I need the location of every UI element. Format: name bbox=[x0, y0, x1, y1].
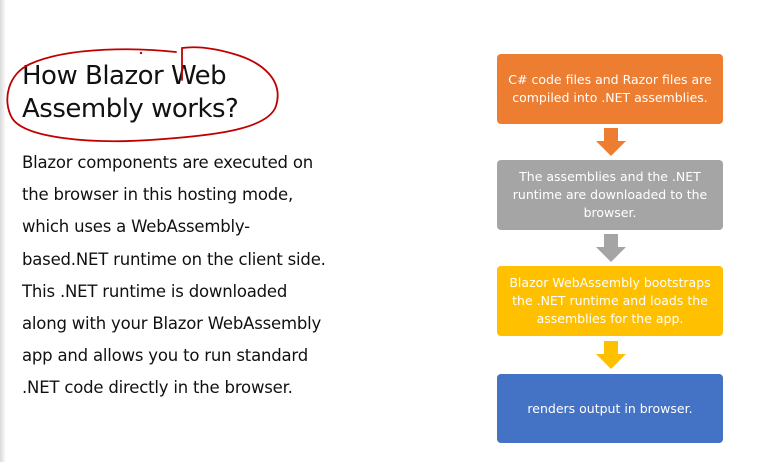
slide-title-line-1: How Blazor Web bbox=[22, 61, 227, 91]
flow-step-bootstrap: Blazor WebAssembly bootstraps the .NET r… bbox=[497, 266, 723, 336]
flow-step-compile-text: C# code files and Razor files are compil… bbox=[508, 72, 712, 105]
body-line-6: along with your Blazor WebAssembly bbox=[22, 314, 322, 334]
slide-title: How Blazor Web Assembly works? bbox=[22, 60, 302, 126]
flow-step-download-text: The assemblies and the .NET runtime are … bbox=[512, 169, 708, 220]
slide: How Blazor Web Assembly works? Blazor co… bbox=[0, 0, 757, 462]
body-line-1: Blazor components are executed on bbox=[22, 153, 314, 172]
down-arrow-shape bbox=[596, 128, 626, 156]
flow-step-bootstrap-text: Blazor WebAssembly bootstraps the .NET r… bbox=[509, 275, 711, 326]
down-arrow-icon bbox=[596, 234, 626, 262]
body-line-7: app and allows you to run standard bbox=[22, 346, 309, 366]
down-arrow-icon bbox=[596, 128, 626, 156]
down-arrow-shape bbox=[596, 234, 626, 262]
body-line-3: which uses a WebAssembly- bbox=[22, 217, 250, 237]
body-line-5: This .NET runtime is downloaded bbox=[22, 281, 288, 301]
down-arrow-shape bbox=[596, 341, 626, 369]
slide-title-line-2: Assembly works? bbox=[22, 94, 239, 124]
body-line-8: .NET code directly in the browser. bbox=[22, 378, 293, 398]
body-line-4: based.NET runtime on the client side. bbox=[22, 249, 326, 269]
slide-edge-shadow bbox=[0, 0, 6, 462]
flow-step-render: renders output in browser. bbox=[497, 374, 723, 443]
body-line-2: the browser in this hosting mode, bbox=[22, 185, 294, 205]
flow-step-compile: C# code files and Razor files are compil… bbox=[497, 54, 723, 124]
down-arrow-icon bbox=[596, 341, 626, 369]
flow-step-download: The assemblies and the .NET runtime are … bbox=[497, 160, 723, 230]
flow-step-render-text: renders output in browser. bbox=[527, 400, 693, 416]
annotation-dot bbox=[139, 51, 143, 55]
body-paragraph: Blazor components are executed on the br… bbox=[22, 147, 342, 405]
